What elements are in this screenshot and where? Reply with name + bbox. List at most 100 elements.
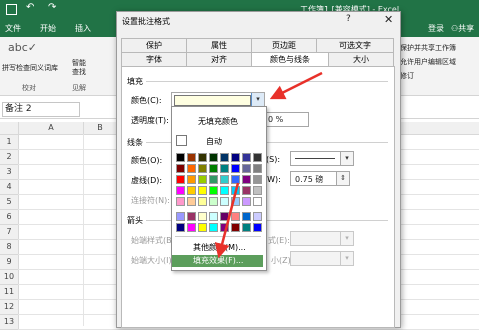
spin-icon[interactable]: ⇕ — [336, 172, 349, 185]
tab-margins[interactable]: 页边距 — [251, 38, 317, 53]
tab-protection[interactable]: 保护 — [121, 38, 187, 53]
chart-color-swatch[interactable] — [220, 223, 229, 232]
tab-colors-lines[interactable]: 颜色与线条 — [251, 52, 329, 67]
color-swatch[interactable] — [187, 197, 196, 206]
end-size-select[interactable]: ▾ — [290, 251, 354, 266]
color-swatch[interactable] — [231, 164, 240, 173]
end-style-select[interactable]: ▾ — [290, 231, 354, 246]
tab-font[interactable]: 字体 — [121, 52, 187, 67]
transparency-input[interactable]: 0 % — [263, 112, 309, 127]
row-header-10[interactable]: 10 — [0, 270, 19, 285]
row-header-11[interactable]: 11 — [0, 285, 19, 300]
column-header-b[interactable]: B — [84, 122, 117, 135]
chart-color-swatch[interactable] — [242, 223, 251, 232]
row-header-5[interactable]: 5 — [0, 195, 19, 210]
row-header-8[interactable]: 8 — [0, 240, 19, 255]
color-swatch[interactable] — [220, 164, 229, 173]
color-swatch[interactable] — [242, 153, 251, 162]
spell-check-icon[interactable]: abc✓ — [8, 41, 37, 54]
chart-color-swatch[interactable] — [209, 223, 218, 232]
redo-icon[interactable]: ↷ — [48, 2, 56, 13]
row-header-6[interactable]: 6 — [0, 210, 19, 225]
chart-color-swatch[interactable] — [253, 212, 262, 221]
row-header-3[interactable]: 3 — [0, 165, 19, 180]
chevron-down-icon[interactable]: ▾ — [251, 93, 264, 106]
row-header-13[interactable]: 13 — [0, 315, 19, 330]
tab-alt-text[interactable]: 可选文字 — [316, 38, 394, 53]
help-button[interactable]: ? — [346, 14, 351, 24]
color-swatch[interactable] — [253, 164, 262, 173]
chart-color-swatch[interactable] — [209, 212, 218, 221]
auto-option[interactable]: 自动 — [206, 136, 222, 147]
save-icon[interactable] — [6, 4, 17, 15]
tab-size[interactable]: 大小 — [328, 52, 394, 67]
color-swatch[interactable] — [220, 175, 229, 184]
color-swatch[interactable] — [176, 164, 185, 173]
share-button[interactable]: ⚇共享 — [451, 23, 474, 34]
row-header-7[interactable]: 7 — [0, 225, 19, 240]
chart-color-swatch[interactable] — [253, 223, 262, 232]
tab-file[interactable]: 文件 — [5, 23, 21, 34]
chart-color-swatch[interactable] — [220, 212, 229, 221]
chart-color-swatch[interactable] — [187, 212, 196, 221]
tab-properties[interactable]: 属性 — [186, 38, 252, 53]
tab-alignment[interactable]: 对齐 — [186, 52, 252, 67]
color-swatch[interactable] — [176, 175, 185, 184]
color-swatch[interactable] — [220, 153, 229, 162]
color-swatch[interactable] — [209, 186, 218, 195]
color-swatch[interactable] — [176, 153, 185, 162]
thesaurus-label[interactable]: 同义词库 — [30, 63, 58, 73]
corner-header[interactable] — [0, 122, 19, 135]
smart-lookup-label[interactable]: 智能查找 — [72, 59, 86, 77]
color-swatch[interactable] — [176, 186, 185, 195]
chart-color-swatch[interactable] — [187, 223, 196, 232]
color-swatch[interactable] — [220, 186, 229, 195]
protect-share-workbook[interactable]: 保护并共享工作簿 — [400, 43, 456, 53]
column-header-a[interactable]: A — [19, 122, 84, 135]
chart-color-swatch[interactable] — [242, 212, 251, 221]
color-swatch[interactable] — [231, 175, 240, 184]
tab-home[interactable]: 开始 — [40, 23, 56, 34]
chart-color-swatch[interactable] — [231, 212, 240, 221]
color-swatch[interactable] — [242, 186, 251, 195]
color-swatch[interactable] — [198, 175, 207, 184]
chart-color-swatch[interactable] — [231, 223, 240, 232]
color-swatch[interactable] — [198, 153, 207, 162]
color-swatch[interactable] — [242, 197, 251, 206]
undo-icon[interactable]: ↶ — [26, 2, 34, 13]
auto-swatch[interactable] — [176, 135, 187, 146]
color-swatch[interactable] — [209, 175, 218, 184]
chart-color-swatch[interactable] — [198, 212, 207, 221]
track-changes[interactable]: 修订 — [400, 71, 414, 81]
row-header-12[interactable]: 12 — [0, 300, 19, 315]
color-swatch[interactable] — [220, 197, 229, 206]
color-swatch[interactable] — [253, 197, 262, 206]
fill-effects-option[interactable]: 填充效果(F)... — [172, 255, 263, 267]
more-colors-option[interactable]: 其他颜色(M)... — [193, 242, 246, 253]
color-swatch[interactable] — [198, 186, 207, 195]
allow-edit-ranges[interactable]: 允许用户编辑区域 — [400, 57, 456, 67]
color-swatch[interactable] — [253, 153, 262, 162]
line-style-select[interactable]: ▾ — [290, 151, 354, 166]
color-swatch[interactable] — [187, 175, 196, 184]
color-swatch[interactable] — [253, 175, 262, 184]
chevron-down-icon[interactable]: ▾ — [340, 152, 353, 165]
color-swatch[interactable] — [187, 186, 196, 195]
color-swatch[interactable] — [242, 175, 251, 184]
color-swatch[interactable] — [231, 153, 240, 162]
color-swatch[interactable] — [198, 197, 207, 206]
color-swatch[interactable] — [253, 186, 262, 195]
line-weight-input[interactable]: 0.75 磅 ⇕ — [290, 171, 350, 186]
color-swatch[interactable] — [231, 197, 240, 206]
color-swatch[interactable] — [209, 197, 218, 206]
color-swatch[interactable] — [209, 164, 218, 173]
row-header-1[interactable]: 1 — [0, 135, 19, 150]
color-swatch[interactable] — [231, 186, 240, 195]
color-swatch[interactable] — [187, 153, 196, 162]
chevron-down-icon[interactable]: ▾ — [340, 252, 353, 265]
color-swatch[interactable] — [209, 153, 218, 162]
chart-color-swatch[interactable] — [176, 212, 185, 221]
color-swatch[interactable] — [176, 197, 185, 206]
row-header-9[interactable]: 9 — [0, 255, 19, 270]
chart-color-swatch[interactable] — [176, 223, 185, 232]
